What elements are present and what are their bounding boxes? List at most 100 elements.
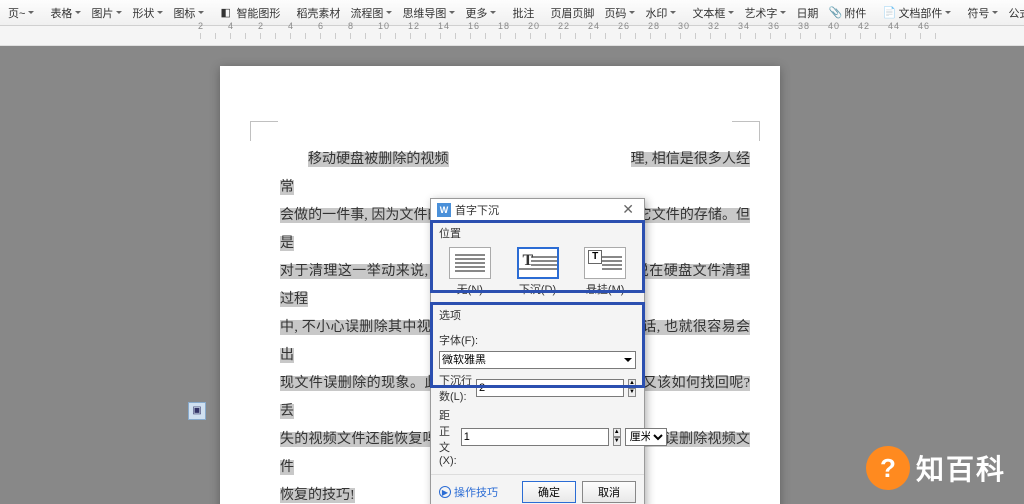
close-icon[interactable]: ✕ <box>618 201 638 218</box>
floating-tool-icon[interactable]: ▣ <box>188 402 206 420</box>
badge-text: 知百科 <box>916 448 1006 488</box>
lines-input[interactable] <box>476 379 624 397</box>
text-line: 恢复的技巧! <box>280 488 355 503</box>
tips-link[interactable]: ▶操作技巧 <box>439 484 516 500</box>
toolbar-item-8[interactable]: 思维导图 <box>398 3 459 23</box>
margin-marker-top-right <box>732 121 760 141</box>
position-margin[interactable]: T 悬挂(M) <box>574 247 636 297</box>
smart-icon: ◧ <box>220 6 234 20</box>
dropdown-icon <box>992 11 998 14</box>
dropdown-icon <box>157 11 163 14</box>
toolbar-label: 艺术字 <box>744 5 777 21</box>
toolbar-item-20[interactable]: 公式 <box>1004 3 1024 23</box>
font-select[interactable]: 微软雅黑 <box>439 351 636 369</box>
position-none[interactable]: 无(N) <box>439 247 501 297</box>
dropdown-icon <box>629 11 635 14</box>
dialog-title: 首字下沉 <box>455 202 618 218</box>
toolbar-label: 水印 <box>645 5 667 21</box>
document-viewport: 移动硬盘被删除的视频XXXXXXXXXXXXXXXXXX理, 相信是很多人经常 … <box>0 46 1024 504</box>
toolbar-item-2[interactable]: 图片 <box>87 3 126 23</box>
toolbar-label: 文档部件 <box>898 5 942 21</box>
dialog-titlebar[interactable]: W 首字下沉 ✕ <box>431 199 644 221</box>
dropdown-icon <box>116 11 122 14</box>
position-dropped[interactable]: T 下沉(D) <box>507 247 569 297</box>
toolbar-label: 符号 <box>967 5 989 21</box>
pos-none-label: 无(N) <box>439 281 501 297</box>
toolbar-item-18[interactable]: 📄文档部件 <box>878 3 955 23</box>
toolbar-label: 页~ <box>8 5 25 21</box>
pos-drop-label: 下沉(D) <box>507 281 569 297</box>
toolbar-item-5[interactable]: ◧智能图形 <box>216 3 284 23</box>
distance-label: 距正文(X): <box>439 407 457 467</box>
toolbar-label: 智能图形 <box>236 5 280 21</box>
distance-input[interactable] <box>461 428 609 446</box>
toolbar-item-6[interactable]: 稻壳素材 <box>292 3 344 23</box>
text-line: 中, 不小心误删除其中视频 <box>280 320 446 335</box>
horizontal-ruler: 2424681012141618202224262830323436384042… <box>0 26 1024 46</box>
text-line: 会做的一件事, 因为文件的 <box>280 208 442 223</box>
position-options: 无(N) T 下沉(D) T 悬挂(M) <box>431 243 644 303</box>
font-label: 字体(F): <box>439 332 501 348</box>
dropdown-icon <box>386 11 392 14</box>
dropdown-icon <box>28 11 34 14</box>
lines-spinner[interactable]: ▲▼ <box>628 379 636 397</box>
text-line: 现文件误删除的现象。此时 <box>280 376 453 391</box>
dropdown-icon <box>945 11 951 14</box>
toolbar-label: 批注 <box>512 5 534 21</box>
toolbar-item-14[interactable]: 文本框 <box>688 3 738 23</box>
dropdown-icon <box>670 11 676 14</box>
pos-hang-label: 悬挂(M) <box>574 281 636 297</box>
text-line: 失的视频文件还能恢复吗? <box>280 432 447 447</box>
ribbon-toolbar: 页~ 表格图片形状 图标 ◧智能图形稻壳素材流程图 思维导图 更多 批注页眉页脚页码 水印 文本… <box>0 0 1024 26</box>
dropdown-icon <box>780 11 786 14</box>
toolbar-label: 文本框 <box>692 5 725 21</box>
dropdown-icon <box>75 11 81 14</box>
badge-question-icon: ? <box>866 446 910 490</box>
toolbar-item-4[interactable]: 图标 <box>169 3 208 23</box>
toolbar-label: 稻壳素材 <box>296 5 340 21</box>
dropdown-icon <box>490 11 496 14</box>
toolbar-label: 页眉页脚 <box>550 5 594 21</box>
toolbar-item-1[interactable]: 表格 <box>46 3 85 23</box>
toolbar-item-12[interactable]: 页码 <box>600 3 639 23</box>
unit-select[interactable]: 厘米 <box>625 428 667 446</box>
toolbar-label: 附件 <box>844 5 866 21</box>
toolbar-item-16[interactable]: 日期 <box>792 3 822 23</box>
ok-button[interactable]: 确定 <box>522 481 576 503</box>
toolbar-item-11[interactable]: 页眉页脚 <box>546 3 598 23</box>
toolbar-label: 日期 <box>796 5 818 21</box>
text-line: 移动硬盘被删除的视频 <box>308 152 449 167</box>
toolbar-item-3[interactable]: 形状 <box>128 3 167 23</box>
position-section-label: 位置 <box>431 221 644 243</box>
toolbar-item-17[interactable]: 📎附件 <box>824 3 870 23</box>
toolbar-label: 思维导图 <box>402 5 446 21</box>
tips-icon: ▶ <box>439 486 451 498</box>
clip-icon: 📎 <box>828 6 842 20</box>
text-line: 对于清理这一举动来说, <box>280 264 432 279</box>
watermark-badge: ? 知百科 <box>866 446 1006 490</box>
lines-label: 下沉行数(L): <box>439 372 472 404</box>
toolbar-label: 图标 <box>173 5 195 21</box>
dropdown-icon <box>198 11 204 14</box>
dropdown-icon <box>449 11 455 14</box>
toolbar-item-10[interactable]: 批注 <box>508 3 538 23</box>
tips-label: 操作技巧 <box>454 484 498 500</box>
toolbar-label: 公式 <box>1008 5 1024 21</box>
parts-icon: 📄 <box>882 6 896 20</box>
toolbar-label: 流程图 <box>350 5 383 21</box>
margin-marker-top-left <box>250 121 278 141</box>
toolbar-item-13[interactable]: 水印 <box>641 3 680 23</box>
toolbar-item-15[interactable]: 艺术字 <box>740 3 790 23</box>
toolbar-label: 页码 <box>604 5 626 21</box>
dropdown-icon <box>728 11 734 14</box>
distance-spinner[interactable]: ▲▼ <box>613 428 621 446</box>
toolbar-label: 更多 <box>465 5 487 21</box>
drop-cap-dialog: W 首字下沉 ✕ 位置 无(N) T 下沉(D) T 悬挂(M) 选项 字体(F… <box>430 198 645 504</box>
toolbar-item-7[interactable]: 流程图 <box>346 3 396 23</box>
cancel-button[interactable]: 取消 <box>582 481 636 503</box>
toolbar-item-9[interactable]: 更多 <box>461 3 500 23</box>
toolbar-label: 形状 <box>132 5 154 21</box>
toolbar-item-19[interactable]: 符号 <box>963 3 1002 23</box>
toolbar-item-0[interactable]: 页~ <box>4 3 38 23</box>
options-section-label: 选项 <box>431 303 644 325</box>
